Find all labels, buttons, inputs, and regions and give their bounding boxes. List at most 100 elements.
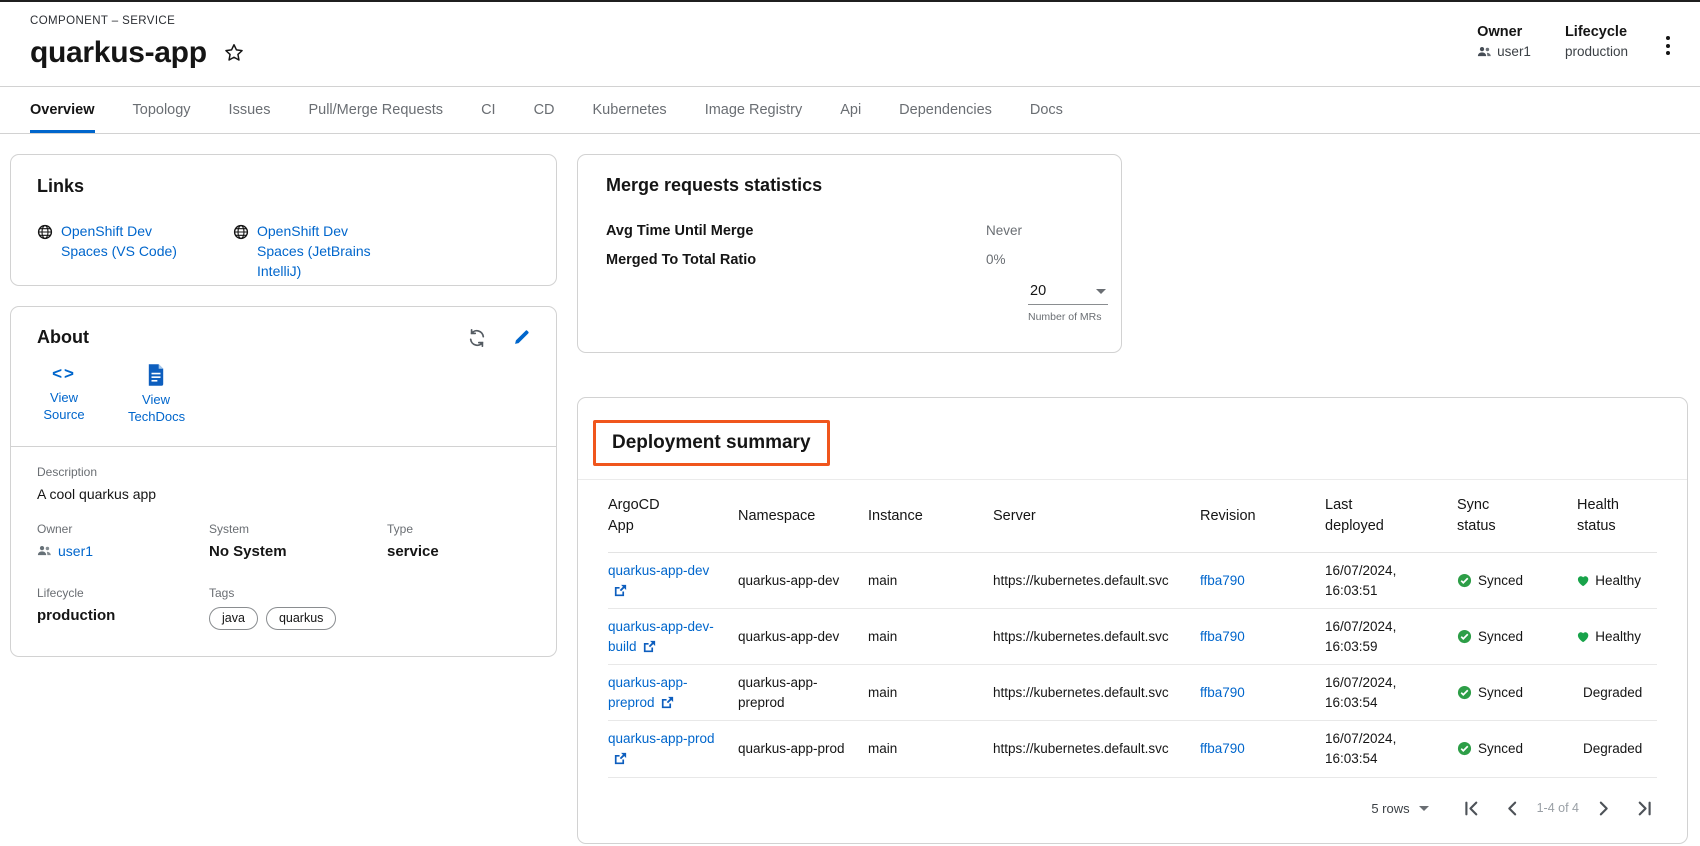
col-revision: Revision [1200, 480, 1325, 553]
owner-value: user1 [1497, 44, 1531, 59]
namespace-cell: quarkus-app-prod [738, 721, 868, 777]
instance-cell: main [868, 609, 993, 665]
merge-requests-statistics-card: Merge requests statistics Avg Time Until… [577, 154, 1122, 353]
last-deployed-cell: 16/07/2024, 16:03:54 [1325, 665, 1457, 721]
about-lifecycle-label: Lifecycle [37, 586, 209, 600]
chevron-down-icon [1419, 806, 1429, 811]
revision-link[interactable]: ffba790 [1200, 685, 1245, 700]
type-label: Type [387, 522, 530, 536]
argocd-app-link[interactable]: quarkus-app-preprod [608, 675, 688, 710]
about-owner-field: Owner user1 [37, 522, 209, 560]
col-server: Server [993, 480, 1200, 553]
first-page-button[interactable] [1463, 800, 1480, 817]
favorite-star-icon[interactable] [221, 40, 247, 66]
overview-content: Links OpenShift Dev Spaces (VS Code) Ope… [0, 134, 1700, 846]
tab-pull-merge-requests[interactable]: Pull/Merge Requests [308, 87, 443, 133]
links-card: Links OpenShift Dev Spaces (VS Code) Ope… [10, 154, 557, 286]
owner-user-link[interactable]: user1 [37, 543, 209, 559]
healthy-heart-icon [1577, 574, 1589, 588]
stat-row: Avg Time Until Merge Never [606, 223, 1093, 239]
table-row: quarkus-app-preprod quarkus-app-preprod … [608, 665, 1657, 721]
about-owner-label: Owner [37, 522, 209, 536]
refresh-icon[interactable] [467, 328, 487, 348]
tab-cd[interactable]: CD [534, 87, 555, 133]
tag-chip-quarkus[interactable]: quarkus [266, 607, 336, 630]
deployment-summary-card: Deployment summary ArgoCD App Namespace … [577, 397, 1688, 844]
last-deployed-cell: 16/07/2024, 16:03:54 [1325, 721, 1457, 777]
col-last-deployed: Last deployed [1325, 480, 1457, 553]
tab-dependencies[interactable]: Dependencies [899, 87, 992, 133]
server-cell: https://kubernetes.default.svc [993, 609, 1200, 665]
avg-time-until-merge-value: Never [986, 223, 1022, 239]
group-icon [1477, 46, 1492, 57]
last-page-button[interactable] [1636, 800, 1653, 817]
namespace-cell: quarkus-app-dev [738, 553, 868, 609]
tab-overview[interactable]: Overview [30, 87, 95, 133]
next-page-button[interactable] [1595, 800, 1612, 817]
edit-pencil-icon[interactable] [513, 329, 530, 346]
group-icon [37, 545, 52, 556]
synced-check-icon [1457, 741, 1472, 756]
view-techdocs-label: View TechDocs [128, 392, 184, 426]
server-cell: https://kubernetes.default.svc [993, 665, 1200, 721]
col-instance: Instance [868, 480, 993, 553]
link-devspaces-vscode[interactable]: OpenShift Dev Spaces (VS Code) [37, 222, 197, 282]
revision-link[interactable]: ffba790 [1200, 741, 1245, 756]
stat-row: Merged To Total Ratio 0% [606, 252, 1093, 268]
argocd-app-link[interactable]: quarkus-app-prod [608, 731, 715, 766]
col-namespace: Namespace [738, 480, 868, 553]
about-lifecycle-value: production [37, 607, 209, 624]
description-value: A cool quarkus app [37, 486, 530, 502]
document-icon [147, 364, 165, 386]
table-pagination: 5 rows 1-4 of 4 [608, 778, 1657, 825]
last-deployed-cell: 16/07/2024, 16:03:59 [1325, 609, 1457, 665]
table-row: quarkus-app-dev quarkus-app-dev main htt… [608, 553, 1657, 609]
health-status: Healthy [1577, 571, 1641, 591]
argocd-app-link[interactable]: quarkus-app-dev [608, 563, 709, 598]
col-argocd-app: ArgoCD App [608, 480, 738, 553]
pagination-range: 1-4 of 4 [1537, 801, 1579, 815]
external-link-icon [660, 695, 675, 710]
view-source-label: View Source [36, 390, 92, 424]
tab-docs[interactable]: Docs [1030, 87, 1063, 133]
synced-check-icon [1457, 685, 1472, 700]
about-card: About <> View Source [10, 306, 557, 657]
type-value: service [387, 543, 530, 560]
tab-issues[interactable]: Issues [229, 87, 271, 133]
tab-ci[interactable]: CI [481, 87, 496, 133]
entity-header: COMPONENT – SERVICE quarkus-app Owner us… [0, 2, 1700, 86]
healthy-heart-icon [1577, 630, 1589, 644]
more-options-kebab-icon[interactable] [1662, 30, 1674, 61]
lifecycle-value: production [1565, 44, 1628, 59]
argocd-app-link[interactable]: quarkus-app-dev-build [608, 619, 714, 654]
view-source-button[interactable]: <> View Source [31, 364, 97, 426]
table-row: quarkus-app-dev-build quarkus-app-dev ma… [608, 609, 1657, 665]
tab-image-registry[interactable]: Image Registry [705, 87, 803, 133]
system-label: System [209, 522, 387, 536]
tag-chip-java[interactable]: java [209, 607, 258, 630]
owner-user-label: user1 [58, 543, 93, 559]
external-link-icon [613, 583, 628, 598]
app-page: COMPONENT – SERVICE quarkus-app Owner us… [0, 0, 1700, 846]
globe-icon [233, 224, 249, 240]
rows-per-page-value: 5 rows [1371, 801, 1409, 816]
tab-topology[interactable]: Topology [133, 87, 191, 133]
rows-per-page-select[interactable]: 5 rows [1371, 801, 1428, 816]
highlight-box: Deployment summary [593, 420, 830, 466]
link-devspaces-intellij[interactable]: OpenShift Dev Spaces (JetBrains IntelliJ… [233, 222, 393, 282]
tab-api[interactable]: Api [840, 87, 861, 133]
merged-to-total-ratio-label: Merged To Total Ratio [606, 252, 986, 268]
about-lifecycle-field: Lifecycle production [37, 586, 209, 630]
lifecycle-label: Lifecycle [1565, 24, 1628, 40]
server-cell: https://kubernetes.default.svc [993, 553, 1200, 609]
view-techdocs-button[interactable]: View TechDocs [123, 364, 189, 426]
first-page-icon [1463, 800, 1480, 817]
link-label: OpenShift Dev Spaces (VS Code) [61, 222, 197, 262]
revision-link[interactable]: ffba790 [1200, 629, 1245, 644]
tab-kubernetes[interactable]: Kubernetes [593, 87, 667, 133]
revision-link[interactable]: ffba790 [1200, 573, 1245, 588]
previous-page-button[interactable] [1504, 800, 1521, 817]
synced-check-icon [1457, 629, 1472, 644]
mr-stats-title: Merge requests statistics [606, 175, 1093, 196]
number-of-mrs-select[interactable]: 20 Number of MRs [1028, 281, 1108, 323]
